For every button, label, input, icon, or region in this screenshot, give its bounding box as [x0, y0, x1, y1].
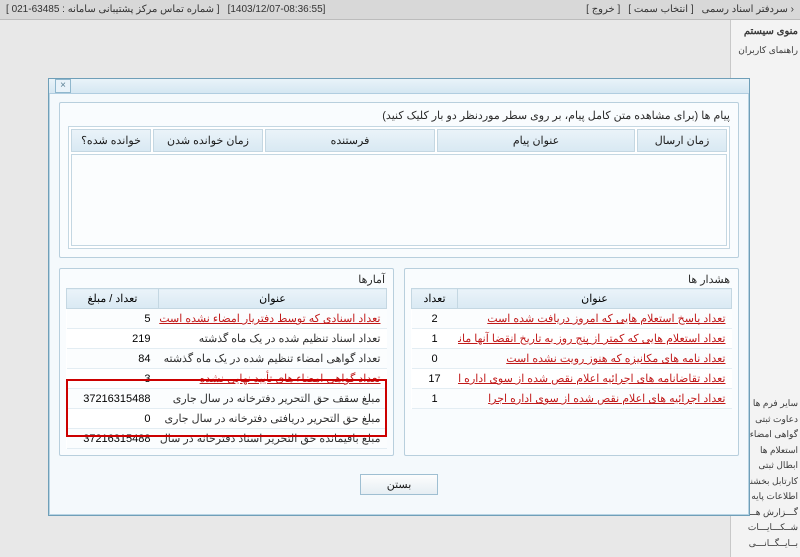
messages-empty	[71, 154, 727, 246]
close-button[interactable]: بستن	[360, 474, 438, 495]
logout-link[interactable]: [ خروج ]	[586, 4, 620, 15]
table-row[interactable]: مبلغ سقف حق التحریر دفترخانه در سال جاری…	[67, 389, 387, 409]
table-row[interactable]: تعداد پاسخ استعلام هایی که امروز دریافت …	[412, 309, 732, 329]
col-stat-count: تعداد / مبلغ	[67, 289, 159, 309]
col-isread: خوانده شده؟	[71, 129, 151, 152]
col-stat-title: عنوان	[159, 289, 387, 309]
sidebar-item[interactable]: شــکـــایـــات	[733, 520, 798, 536]
breadcrumb: سردفتر اسناد رسمی ›	[702, 4, 794, 15]
table-row[interactable]: تعداد استعلام هایی که کمتر از پنج روز به…	[412, 329, 732, 349]
messages-section: پیام ها (برای مشاهده متن کامل پیام، بر ر…	[59, 102, 739, 258]
alerts-panel: هشدار ها عنوان تعداد تعداد پاسخ استعلام …	[404, 268, 739, 456]
table-row[interactable]: مبلغ باقیمانده حق التحریر اسناد دفترخانه…	[67, 429, 387, 449]
sidebar-item[interactable]: بــایــگــانـــی	[733, 536, 798, 552]
table-row[interactable]: تعداد گواهی امضاء های تأیید نهایی نشده3	[67, 369, 387, 389]
sidebar-item[interactable]: راهنمای کاربران	[733, 43, 798, 59]
table-row[interactable]: تعداد تقاضانامه های اجرائیه اعلام نقص شد…	[412, 369, 732, 389]
top-status-bar: [ شماره تماس مرکز پشتیبانی سامانه : 6348…	[0, 0, 800, 20]
col-sender: فرستنده	[265, 129, 435, 152]
table-row[interactable]: تعداد اسناد تنظیم شده در یک ماه گذشته219	[67, 329, 387, 349]
select-post-link[interactable]: [ انتخاب سمت ]	[628, 4, 693, 15]
col-sent: زمان ارسال	[637, 129, 727, 152]
table-row[interactable]: تعداد گواهی امضاء تنظیم شده در یک ماه گذ…	[67, 349, 387, 369]
messages-modal: × پیام ها (برای مشاهده متن کامل پیام، بر…	[48, 78, 750, 516]
messages-table[interactable]: زمان ارسال عنوان پیام فرستنده زمان خواند…	[68, 126, 730, 249]
table-row[interactable]: مبلغ حق التحریر دریافتی دفترخانه در سال …	[67, 409, 387, 429]
modal-titlebar: ×	[49, 79, 749, 94]
messages-caption: پیام ها (برای مشاهده متن کامل پیام، بر ر…	[68, 109, 730, 122]
clock: [1403/12/07-08:36:55]	[228, 4, 326, 15]
stats-title: آمارها	[60, 269, 393, 288]
sidebar-heading: منوی سیستم	[733, 24, 798, 39]
table-row[interactable]: تعداد اسنادی که توسط دفتریار امضاء نشده …	[67, 309, 387, 329]
table-row[interactable]: تعداد اجرائیه های اعلام نقص شده از سوی ا…	[412, 389, 732, 409]
support-phone: [ شماره تماس مرکز پشتیبانی سامانه : 6348…	[6, 4, 220, 15]
modal-close-button[interactable]: ×	[55, 79, 71, 93]
col-alert-count: تعداد	[412, 289, 458, 309]
stats-table[interactable]: عنوان تعداد / مبلغ تعداد اسنادی که توسط …	[66, 288, 387, 449]
close-icon: ×	[60, 81, 66, 91]
table-row[interactable]: تعداد نامه های مکانیزه که هنوز رویت نشده…	[412, 349, 732, 369]
alerts-table[interactable]: عنوان تعداد تعداد پاسخ استعلام هایی که ا…	[411, 288, 732, 409]
col-readat: زمان خوانده شدن	[153, 129, 263, 152]
stats-panel: آمارها عنوان تعداد / مبلغ تعداد اسنادی ک…	[59, 268, 394, 456]
col-subject: عنوان پیام	[437, 129, 635, 152]
col-alert-title: عنوان	[458, 289, 732, 309]
alerts-title: هشدار ها	[405, 269, 738, 288]
